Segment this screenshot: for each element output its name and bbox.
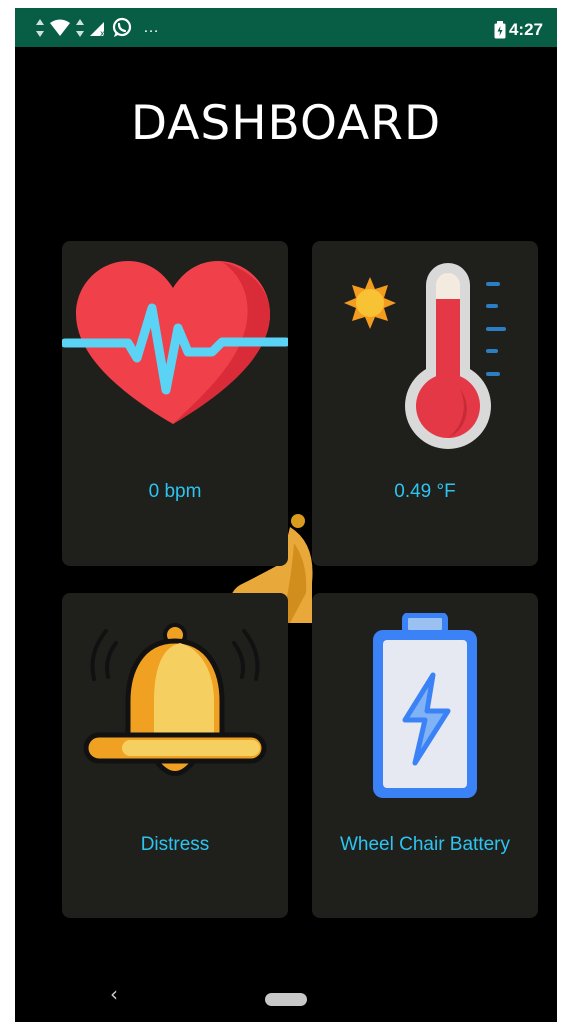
heart-rate-value: 0 bpm bbox=[148, 481, 202, 502]
thermometer-icon bbox=[405, 263, 491, 449]
page-title: DASHBOARD bbox=[130, 96, 442, 151]
battery-card[interactable]: Wheel Chair Battery bbox=[312, 593, 538, 918]
thermometer-sun-icon bbox=[344, 263, 506, 449]
home-button[interactable] bbox=[265, 993, 307, 1006]
wifi-icon bbox=[50, 19, 70, 36]
battery-charging-icon bbox=[373, 613, 477, 798]
svg-text:x: x bbox=[100, 29, 105, 37]
battery-label: Wheel Chair Battery bbox=[339, 834, 510, 855]
status-bar: x … 4:27 bbox=[15, 8, 557, 47]
phone-screen: x … 4:27 DASHBOARD 0 bpm 0.49 °F Distres… bbox=[15, 8, 557, 1022]
whatsapp-icon bbox=[112, 17, 132, 37]
status-icons-right: 4:27 bbox=[494, 20, 543, 40]
data-arrows-icon bbox=[36, 19, 44, 37]
status-icons-left: x … bbox=[35, 17, 159, 39]
heart-rate-card[interactable]: 0 bpm bbox=[62, 241, 288, 566]
status-time: 4:27 bbox=[508, 20, 543, 39]
temperature-card[interactable]: 0.49 °F bbox=[312, 241, 538, 566]
battery-icon bbox=[494, 21, 506, 39]
scale-ticks bbox=[486, 282, 506, 376]
signal-icon: x bbox=[90, 22, 105, 37]
bell-icon bbox=[83, 623, 267, 776]
navigation-bar: ‹ bbox=[15, 973, 557, 1022]
sun-icon bbox=[344, 277, 396, 329]
back-button[interactable]: ‹ bbox=[110, 982, 118, 1006]
temperature-value: 0.49 °F bbox=[394, 481, 456, 502]
distress-label: Distress bbox=[140, 834, 210, 855]
data-arrows-icon bbox=[76, 19, 84, 37]
overflow-indicator: … bbox=[143, 19, 159, 36]
distress-card[interactable]: Distress bbox=[62, 593, 288, 918]
heart-pulse-icon bbox=[62, 261, 288, 424]
